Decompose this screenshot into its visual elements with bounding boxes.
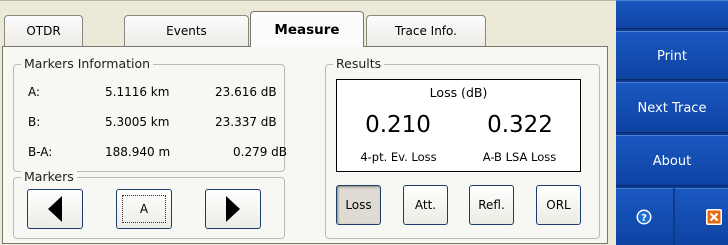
marker-select-button[interactable]: A bbox=[116, 189, 172, 229]
tab-otdr[interactable]: OTDR bbox=[4, 15, 83, 46]
marker-label: A: bbox=[28, 85, 41, 99]
marker-level: 23.337 dB bbox=[215, 115, 277, 129]
results-header: Loss (dB) bbox=[429, 85, 488, 100]
sidebar: Print Next Trace About ? bbox=[616, 0, 728, 245]
previous-marker-button[interactable] bbox=[27, 189, 83, 229]
marker-label: B-A: bbox=[28, 145, 53, 159]
loss-button[interactable]: Loss bbox=[336, 185, 381, 225]
svg-text:?: ? bbox=[641, 213, 647, 224]
marker-level: 23.616 dB bbox=[215, 85, 277, 99]
sidebar-top-button[interactable] bbox=[616, 0, 728, 29]
tab-events[interactable]: Events bbox=[124, 15, 249, 46]
loss-value-left: 0.210 bbox=[365, 112, 431, 138]
marker-distance: 5.1116 km bbox=[105, 85, 170, 99]
marker-select-label: A bbox=[122, 195, 166, 223]
close-icon bbox=[706, 209, 722, 225]
marker-distance: 5.3005 km bbox=[105, 115, 170, 129]
tab-trace-info[interactable]: Trace Info. bbox=[366, 15, 486, 46]
tab-measure[interactable]: Measure bbox=[250, 11, 364, 47]
next-trace-button[interactable]: Next Trace bbox=[616, 82, 728, 133]
attenuation-button[interactable]: Att. bbox=[403, 185, 448, 225]
loss-label-right: A-B LSA Loss bbox=[482, 150, 557, 164]
print-button[interactable]: Print bbox=[616, 31, 728, 80]
measure-panel: Markers Information A: 5.1116 km 23.616 … bbox=[2, 46, 608, 244]
orl-button[interactable]: ORL bbox=[536, 185, 581, 225]
markers-information-group: Markers Information A: 5.1116 km 23.616 … bbox=[13, 56, 288, 172]
next-marker-button[interactable] bbox=[205, 189, 261, 229]
results-display: Loss (dB) 0.210 0.322 4-pt. Ev. Loss A-B… bbox=[336, 79, 581, 172]
results-group: Results Loss (dB) 0.210 0.322 4-pt. Ev. … bbox=[325, 56, 600, 239]
close-button[interactable] bbox=[675, 188, 728, 245]
reflectance-button[interactable]: Refl. bbox=[469, 185, 514, 225]
markers-group: Markers A bbox=[13, 169, 285, 239]
loss-value-right: 0.322 bbox=[487, 112, 553, 138]
triangle-right-icon bbox=[226, 196, 240, 222]
marker-distance: 188.940 m bbox=[105, 145, 171, 159]
markers-legend: Markers bbox=[21, 169, 77, 184]
help-button[interactable]: ? bbox=[616, 188, 673, 245]
results-legend: Results bbox=[333, 56, 385, 71]
triangle-left-icon bbox=[48, 196, 62, 222]
loss-label-left: 4-pt. Ev. Loss bbox=[360, 150, 437, 164]
marker-level: 0.279 dB bbox=[233, 145, 288, 159]
marker-label: B: bbox=[28, 115, 41, 129]
about-button[interactable]: About bbox=[616, 135, 728, 186]
help-icon: ? bbox=[636, 209, 652, 225]
main-area: OTDR Events Measure Trace Info. Markers … bbox=[0, 0, 616, 245]
markers-information-legend: Markers Information bbox=[21, 56, 154, 71]
